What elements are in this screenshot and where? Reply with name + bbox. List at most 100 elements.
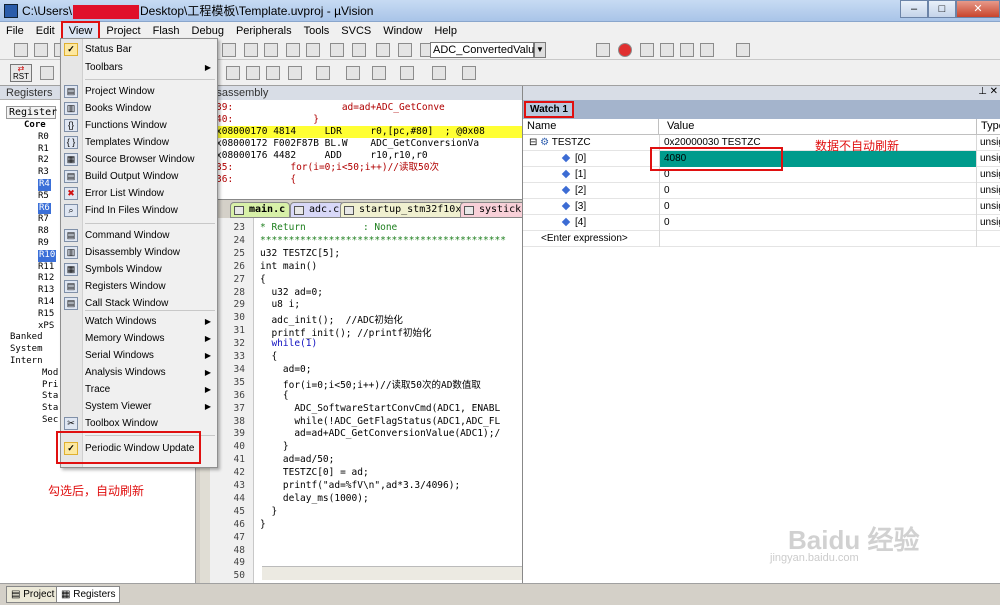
menu-peripherals[interactable]: Peripherals bbox=[230, 23, 298, 39]
register-row[interactable]: R14 bbox=[10, 297, 58, 309]
code-line[interactable]: TESTZC[0] = ad; bbox=[260, 467, 369, 478]
register-row[interactable]: R1 bbox=[10, 144, 58, 156]
minimize-button[interactable]: – bbox=[900, 0, 928, 18]
debug-toolbar-icon[interactable] bbox=[432, 66, 446, 80]
tab-project[interactable]: ▤ Project bbox=[6, 586, 60, 603]
toolbar-icon[interactable] bbox=[264, 43, 278, 57]
debug-toolbar-icon[interactable] bbox=[346, 66, 360, 80]
menu-item-books-window[interactable]: ▥ Books Window bbox=[61, 100, 217, 117]
menu-item-project-window[interactable]: ▤ Project Window bbox=[61, 83, 217, 100]
toolbar-icon[interactable] bbox=[398, 43, 412, 57]
menu-window[interactable]: Window bbox=[377, 23, 428, 39]
menu-item-trace[interactable]: Trace ▶ bbox=[61, 381, 217, 398]
menu-debug[interactable]: Debug bbox=[186, 23, 230, 39]
debug-toolbar-icon[interactable] bbox=[462, 66, 476, 80]
register-row[interactable]: R6 bbox=[10, 202, 58, 215]
toolbar-icon[interactable] bbox=[660, 43, 674, 57]
watch-value[interactable]: 0 bbox=[659, 199, 977, 215]
code-line[interactable]: ADC_SoftwareStartConvCmd(ADC1, ENABL bbox=[260, 403, 500, 414]
register-row[interactable]: R7 bbox=[10, 214, 58, 226]
code-line[interactable]: printf_init(); //printf初始化 bbox=[260, 325, 431, 339]
toolbar-icon[interactable] bbox=[640, 43, 654, 57]
watch-value[interactable]: 0 bbox=[659, 215, 977, 231]
code-line[interactable]: } bbox=[260, 441, 289, 452]
register-row[interactable]: Pri bbox=[10, 380, 58, 392]
enter-expression-value[interactable] bbox=[659, 231, 977, 247]
register-row[interactable]: R11 bbox=[10, 262, 58, 274]
menu-item-functions-window[interactable]: {} Functions Window bbox=[61, 117, 217, 134]
register-row[interactable]: R10 bbox=[10, 249, 58, 262]
col-type-header[interactable]: Type bbox=[977, 119, 1000, 135]
debug-toolbar-icon[interactable] bbox=[400, 66, 414, 80]
menu-item-symbols-window[interactable]: ▦ Symbols Window bbox=[61, 261, 217, 278]
file-tab-main-c[interactable]: main.c bbox=[230, 202, 291, 218]
register-row[interactable]: R13 bbox=[10, 285, 58, 297]
debug-toolbar-icon[interactable] bbox=[316, 66, 330, 80]
menu-file[interactable]: File bbox=[0, 23, 30, 39]
code-line[interactable]: while(!ADC_GetFlagStatus(ADC1,ADC_FL bbox=[260, 416, 500, 427]
menu-project[interactable]: Project bbox=[100, 23, 146, 39]
menu-item-analysis-windows[interactable]: Analysis Windows ▶ bbox=[61, 364, 217, 381]
code-line[interactable]: } bbox=[260, 506, 277, 517]
menu-item-system-viewer[interactable]: System Viewer ▶ bbox=[61, 398, 217, 415]
register-row[interactable]: xPS bbox=[10, 321, 58, 333]
menu-item-build-output-window[interactable]: ▤ Build Output Window bbox=[61, 168, 217, 185]
menu-item-memory-windows[interactable]: Memory Windows ▶ bbox=[61, 330, 217, 347]
menu-item-call-stack-window[interactable]: ▤ Call Stack Window bbox=[61, 295, 217, 312]
code-line[interactable]: u8 i; bbox=[260, 299, 300, 310]
menu-item-templates-window[interactable]: { } Templates Window bbox=[61, 134, 217, 151]
close-button[interactable]: ✕ bbox=[956, 0, 1000, 18]
toolbar-icon[interactable] bbox=[244, 43, 258, 57]
code-line[interactable]: { bbox=[260, 390, 289, 401]
register-row[interactable]: R2 bbox=[10, 155, 58, 167]
watch-row[interactable]: [2] 0unsig bbox=[523, 183, 1000, 199]
code-line[interactable]: } bbox=[260, 519, 266, 530]
toolbar-icon[interactable] bbox=[306, 43, 320, 57]
code-line[interactable]: u32 TESTZC[5]; bbox=[260, 248, 340, 259]
disassembly-line[interactable]: 35: for(i=0;i<50;i++)//读取50次 bbox=[196, 162, 522, 174]
disassembly-line[interactable]: 40: } bbox=[196, 114, 522, 126]
file-tab-adc-c[interactable]: adc.c bbox=[290, 202, 345, 218]
code-line[interactable]: while(1) bbox=[260, 338, 317, 349]
debug-toolbar-icon[interactable] bbox=[246, 66, 260, 80]
code-line[interactable]: * Return : None bbox=[260, 222, 397, 233]
register-row[interactable]: R9 bbox=[10, 238, 58, 250]
menu-item-serial-windows[interactable]: Serial Windows ▶ bbox=[61, 347, 217, 364]
toolbar-icon[interactable] bbox=[286, 43, 300, 57]
code-editor[interactable]: 23 24 25 26 27 28 29 30 31 32 33 34 35 36 37 38 39 40 41 42… bbox=[210, 218, 522, 583]
debug-toolbar-icon[interactable] bbox=[266, 66, 280, 80]
toolbar-icon[interactable] bbox=[618, 43, 632, 57]
watch-1-tab[interactable]: Watch 1 bbox=[524, 101, 574, 118]
debug-toolbar-icon[interactable] bbox=[40, 66, 54, 80]
menu-edit[interactable]: Edit bbox=[30, 23, 61, 39]
menu-item-find-in-files-window[interactable]: ⌕ Find In Files Window bbox=[61, 202, 217, 219]
toolbar-icon[interactable] bbox=[736, 43, 750, 57]
pin-icon[interactable]: ⊥ bbox=[978, 86, 987, 97]
menu-item-toolbars[interactable]: Toolbars ▶ bbox=[61, 59, 217, 76]
code-line[interactable]: delay_ms(1000); bbox=[260, 493, 369, 504]
toolbar-icon[interactable] bbox=[700, 43, 714, 57]
toolbar-icon[interactable] bbox=[596, 43, 610, 57]
menu-svcs[interactable]: SVCS bbox=[335, 23, 377, 39]
register-row[interactable]: R0 bbox=[10, 132, 58, 144]
watch-expression-combo[interactable]: ADC_ConvertedValue bbox=[430, 42, 540, 58]
disassembly-line[interactable]: 39: ad=ad+ADC_GetConve bbox=[196, 102, 522, 114]
register-row[interactable]: R3 bbox=[10, 167, 58, 179]
menu-help[interactable]: Help bbox=[428, 23, 463, 39]
disassembly-line[interactable]: x08000176 4482 ADD r10,r10,r0 bbox=[196, 150, 522, 162]
register-row[interactable]: Sta bbox=[10, 391, 58, 403]
code-line[interactable]: for(i=0;i<50;i++)//读取50次的AD数值取 bbox=[260, 377, 481, 391]
register-row[interactable]: System bbox=[10, 344, 58, 356]
register-row[interactable]: R12 bbox=[10, 273, 58, 285]
register-row[interactable]: Sta bbox=[10, 403, 58, 415]
debug-toolbar-icon[interactable] bbox=[226, 66, 240, 80]
menu-item-status-bar[interactable]: ✓ Status Bar bbox=[61, 41, 217, 58]
rst-button[interactable]: ⇄ RST bbox=[10, 64, 32, 82]
code-line[interactable]: { bbox=[260, 274, 266, 285]
toolbar-icon[interactable] bbox=[352, 43, 366, 57]
watch-row[interactable]: [4] 0unsig bbox=[523, 215, 1000, 231]
register-row[interactable]: R4 bbox=[10, 178, 58, 191]
register-row[interactable]: R5 bbox=[10, 191, 58, 203]
enter-expression-row[interactable]: <Enter expression> bbox=[523, 231, 1000, 247]
expand-minus-icon[interactable]: ⊟ bbox=[529, 137, 540, 148]
